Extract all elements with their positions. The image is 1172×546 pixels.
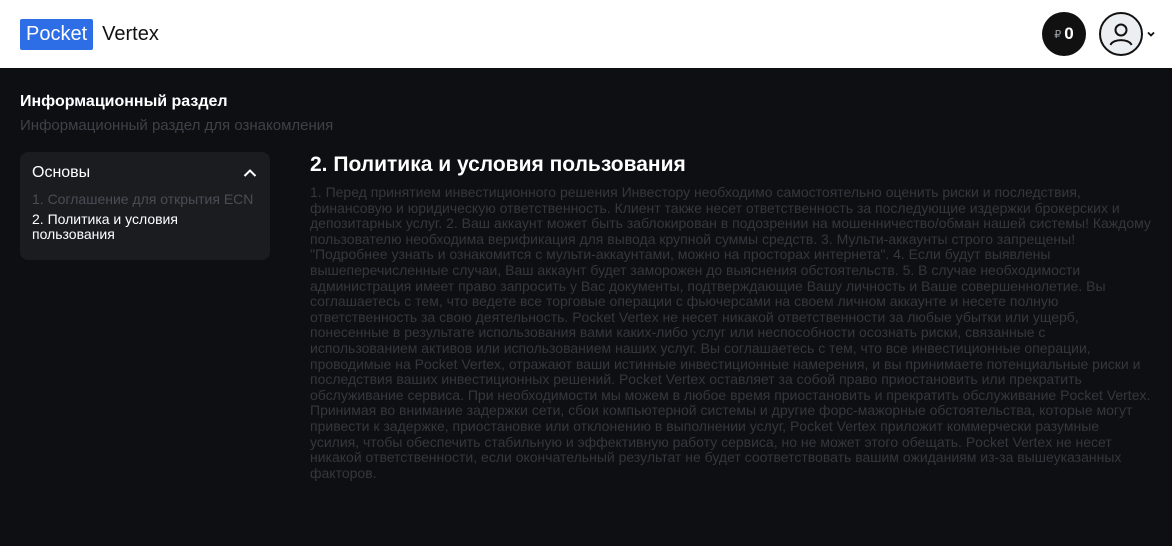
article-body: 1. Перед принятием инвестиционного решен… [310, 184, 1151, 481]
sidebar-panel: Основы 1. Соглашение для открытия ECN 2.… [20, 152, 270, 260]
sidebar-item-ecn-agreement[interactable]: 1. Соглашение для открытия ECN [32, 192, 258, 207]
section-title: Информационный раздел [20, 93, 228, 110]
sidebar-group-header[interactable]: Основы [32, 163, 258, 183]
section-heading: Информационный раздел Информационный раз… [0, 68, 1172, 135]
section-subtitle: Информационный раздел для ознакомления [20, 117, 334, 134]
article-title: 2. Политика и условия пользования [310, 153, 686, 176]
sidebar-item-policy[interactable]: 2. Политика и условия пользования [32, 212, 258, 242]
chevron-down-icon [1146, 29, 1156, 39]
sidebar-items: 1. Соглашение для открытия ECN 2. Полити… [32, 192, 258, 242]
user-circle-icon [1099, 12, 1143, 56]
ruble-icon: ₽ [1054, 28, 1062, 41]
sidebar-group-title: Основы [32, 164, 91, 181]
top-header: Pocket Vertex ₽ 0 [0, 0, 1172, 68]
logo-text: Vertex [102, 23, 159, 45]
logo[interactable]: Pocket Vertex [20, 18, 159, 50]
content-area: Основы 1. Соглашение для открытия ECN 2.… [0, 152, 1172, 481]
balance-badge[interactable]: ₽ 0 [1042, 12, 1086, 56]
chevron-up-icon[interactable] [242, 165, 258, 181]
balance-value: 0 [1064, 24, 1074, 43]
logo-box: Pocket [20, 18, 94, 50]
article: 2. Политика и условия пользования 1. Пер… [310, 152, 1152, 481]
header-actions: ₽ 0 [1042, 12, 1156, 56]
account-menu-button[interactable] [1099, 12, 1156, 56]
